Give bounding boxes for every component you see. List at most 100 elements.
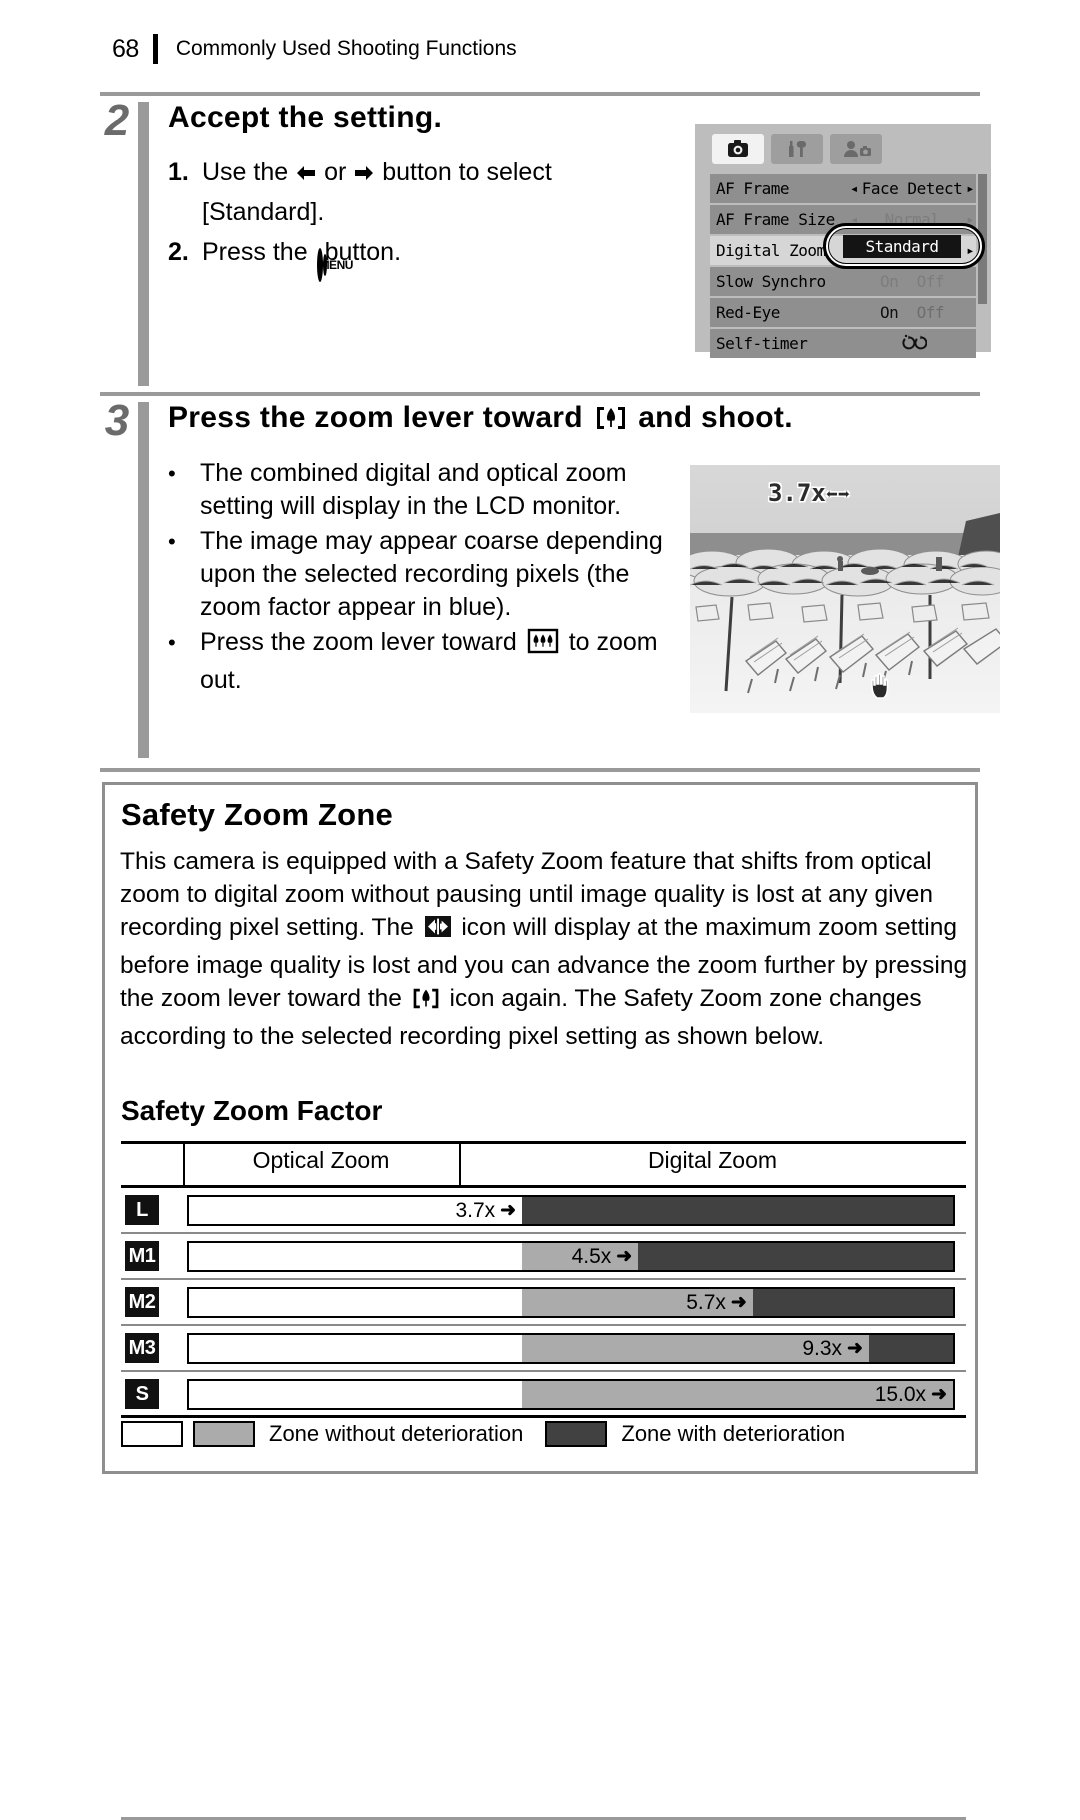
safety-zoom-description: This camera is equipped with a Safety Zo…: [120, 845, 968, 1053]
optical-zone-segment: [189, 1335, 523, 1362]
table-row: L 3.7x ➜: [121, 1188, 966, 1234]
chart-legend: Zone without deterioration Zone with det…: [121, 1421, 966, 1447]
deterioration-zone-segment: [752, 1289, 953, 1316]
zoom-factor-label: 3.7x ➜: [455, 1198, 517, 1222]
bullet-dot-icon: •: [168, 630, 176, 655]
menu-row-value: Face Detect: [861, 179, 963, 198]
bullet-item: • Press the zoom lever toward to zoom ou…: [168, 626, 678, 697]
wide-angle-zoom-icon: [526, 628, 567, 661]
safety-zoom-top-rule: [100, 768, 980, 772]
table-row: M1 4.5x ➜: [121, 1234, 966, 1280]
left-caret-icon[interactable]: ◂: [850, 181, 858, 197]
self-timer-icon: [897, 334, 928, 354]
camera-tab-icon: [712, 134, 764, 164]
safety-zone-segment: 4.5x ➜: [522, 1243, 639, 1270]
lcd-preview-photo: 3.7x⬅➡: [690, 465, 1000, 713]
instruction-marker: 2.: [168, 238, 189, 266]
deterioration-zone-segment: [638, 1243, 953, 1270]
bullet-dot-icon: •: [168, 461, 176, 486]
legend-swatch-gray: [193, 1421, 255, 1447]
optical-zone-segment: [189, 1243, 523, 1270]
menu-row-value-off[interactable]: Off: [917, 303, 945, 322]
instruction-text-before: Use the: [202, 158, 289, 186]
safety-zoom-zone-heading: Safety Zoom Zone: [121, 797, 393, 832]
menu-row-af-frame[interactable]: AF Frame ◂ Face Detect ▸: [710, 174, 976, 203]
optical-zone-segment: 3.7x ➜: [189, 1197, 523, 1224]
deterioration-zone-segment: [522, 1197, 953, 1224]
wrench-tab-icon: [771, 134, 823, 164]
bullet-text: Press the zoom lever toward: [200, 628, 517, 656]
deterioration-zone-segment: [868, 1335, 953, 1362]
arrow-right-icon: ➜: [931, 1384, 947, 1405]
column-header-optical-zoom: Optical Zoom: [252, 1147, 390, 1173]
menu-button-icon: MENU: [316, 248, 353, 282]
menu-row-self-timer[interactable]: Self-timer: [710, 329, 976, 358]
step-3-bullet-list: • The combined digital and optical zoom …: [168, 457, 678, 697]
legend-label-with-deterioration: Zone with deterioration: [621, 1421, 846, 1446]
recording-pixel-badge: M1: [125, 1241, 159, 1271]
recording-pixel-badge: L: [125, 1195, 159, 1225]
menu-row-label: Red-Eye: [716, 303, 780, 322]
table-row: M3 9.3x ➜: [121, 1326, 966, 1372]
safety-zone-segment: 5.7x ➜: [522, 1289, 753, 1316]
arrow-right-icon: ➜: [847, 1338, 863, 1359]
recording-pixel-badge: M3: [125, 1333, 159, 1363]
arrow-right-icon: ➜: [730, 1292, 747, 1313]
zoom-factor-label: 5.7x ➜: [686, 1290, 747, 1314]
header-divider: [152, 34, 158, 64]
table-row: S 15.0x ➜: [121, 1372, 966, 1418]
arrow-right-icon: ➜: [500, 1200, 517, 1221]
optical-zone-segment: [189, 1289, 523, 1316]
chart-row-list: L 3.7x ➜ M1 4.5x ➜ M2 5.7x ➜ M3 9.3x ➜ S…: [121, 1188, 966, 1418]
step2-top-rule: [100, 92, 980, 96]
arrow-right-icon: ➜: [616, 1246, 633, 1267]
menu-row-slow-synchro[interactable]: Slow Synchro On Off: [710, 267, 976, 296]
selected-value-box[interactable]: Standard: [843, 235, 961, 258]
instruction-item-1-continuation: [Standard].: [202, 198, 325, 226]
bullet-text: The combined digital and optical zoom se…: [200, 459, 627, 520]
menu-row-value-off[interactable]: Off: [917, 272, 945, 291]
zoom-bar: 15.0x ➜: [187, 1379, 955, 1410]
zoom-bar: 3.7x ➜: [187, 1195, 955, 1226]
table-row: M2 5.7x ➜: [121, 1280, 966, 1326]
right-caret-icon[interactable]: ▸: [966, 181, 974, 197]
instruction-item-1: 1. Use the or button to select: [168, 152, 552, 192]
zoom-factor-label: 4.5x ➜: [571, 1244, 633, 1268]
bullet-text: The image may appear coarse depending up…: [200, 527, 663, 621]
optical-zone-segment: [189, 1381, 523, 1408]
step-3-title: Press the zoom lever toward and shoot.: [168, 398, 793, 443]
zoom-bar: 5.7x ➜: [187, 1287, 955, 1318]
column-header-digital-zoom: Digital Zoom: [647, 1147, 778, 1173]
step-2-instructions: 1. Use the or button to select [Standard…: [168, 152, 552, 285]
my-camera-tab-icon: [830, 134, 882, 164]
bullet-dot-icon: •: [168, 529, 176, 554]
menu-row-red-eye[interactable]: Red-Eye On Off: [710, 298, 976, 327]
left-arrow-button-icon: [295, 162, 317, 184]
safety-zone-segment: 15.0x ➜: [522, 1381, 953, 1408]
telephoto-zoom-icon: [594, 406, 637, 439]
telephoto-zoom-icon: [411, 988, 448, 1017]
bullet-item: • The image may appear coarse depending …: [168, 525, 678, 624]
legend-swatch-white: [121, 1421, 183, 1447]
instruction-text-before: Press the: [202, 238, 308, 266]
menu-row-label: AF Frame: [716, 179, 790, 198]
step-3-title-after: and shoot.: [638, 401, 793, 434]
bullet-item: • The combined digital and optical zoom …: [168, 457, 678, 523]
safety-zone-segment: 9.3x ➜: [522, 1335, 869, 1362]
step3-top-rule: [100, 392, 980, 396]
menu-row-value-on[interactable]: On: [880, 272, 899, 291]
zoom-factor-label: 15.0x ➜: [874, 1382, 947, 1406]
recording-pixel-badge: M2: [125, 1287, 159, 1317]
step-2-title: Accept the setting.: [168, 101, 443, 134]
step-3-accent-bar: [138, 402, 149, 758]
page-header: 68 Commonly Used Shooting Functions: [112, 32, 517, 66]
menu-row-value-on[interactable]: On: [880, 303, 899, 322]
menu-tab-bar: [712, 134, 882, 164]
safety-zoom-factor-heading: Safety Zoom Factor: [121, 1095, 383, 1126]
menu-row-label: Self-timer: [716, 334, 808, 353]
zoom-factor-indicator: 3.7x⬅➡: [768, 479, 850, 507]
step-3-number: 3: [104, 396, 130, 445]
instruction-text-after: button to select: [382, 158, 552, 186]
zoom-factor-label: 9.3x ➜: [802, 1336, 863, 1360]
instruction-text-middle: or: [324, 158, 347, 186]
